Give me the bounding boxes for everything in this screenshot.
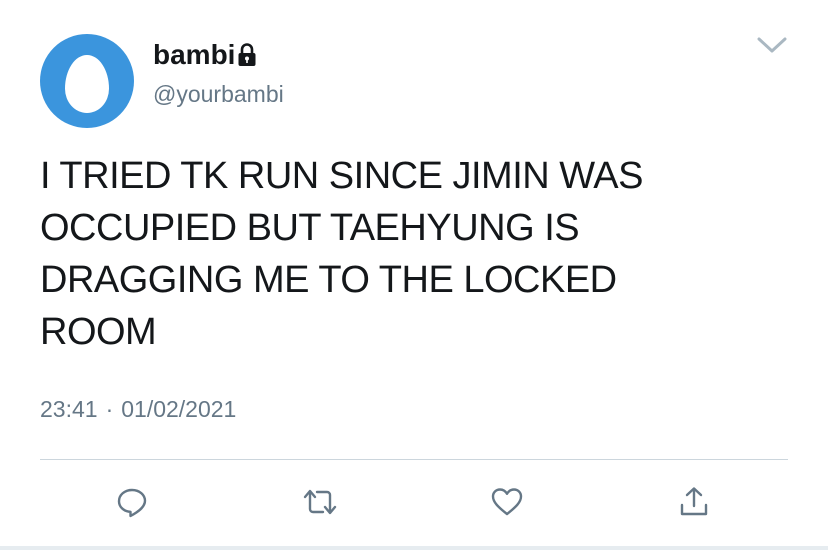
user-handle[interactable]: @yourbambi bbox=[153, 80, 284, 108]
share-button[interactable] bbox=[672, 480, 716, 524]
heart-icon bbox=[490, 486, 524, 518]
like-button[interactable] bbox=[485, 480, 529, 524]
tweet-time: 23:41 bbox=[40, 396, 98, 422]
tweet-text: I TRIED TK RUN SINCE JIMIN WAS OCCUPIED … bbox=[40, 155, 643, 353]
default-egg-avatar-icon bbox=[65, 55, 109, 113]
display-name[interactable]: bambi bbox=[153, 38, 235, 72]
retweet-icon bbox=[301, 485, 339, 519]
share-icon bbox=[677, 485, 711, 519]
tweet-menu-button[interactable] bbox=[752, 32, 792, 62]
reply-button[interactable] bbox=[110, 480, 154, 524]
divider bbox=[40, 459, 788, 460]
retweet-button[interactable] bbox=[298, 480, 342, 524]
tweet-timestamp[interactable]: 23:41 · 01/02/2021 bbox=[40, 393, 236, 425]
card-bottom-border bbox=[0, 546, 828, 550]
avatar[interactable] bbox=[40, 34, 134, 128]
tweet-date: 01/02/2021 bbox=[121, 396, 237, 422]
user-name-row: bambi bbox=[153, 38, 257, 72]
tweet-card: bambi @yourbambi I TRIED TK RUN SINCE JI… bbox=[0, 0, 828, 550]
lock-icon bbox=[237, 42, 257, 68]
reply-icon bbox=[115, 485, 149, 519]
chevron-down-icon bbox=[755, 35, 789, 60]
tweet-actions bbox=[0, 480, 828, 524]
meta-separator: · bbox=[105, 396, 114, 422]
